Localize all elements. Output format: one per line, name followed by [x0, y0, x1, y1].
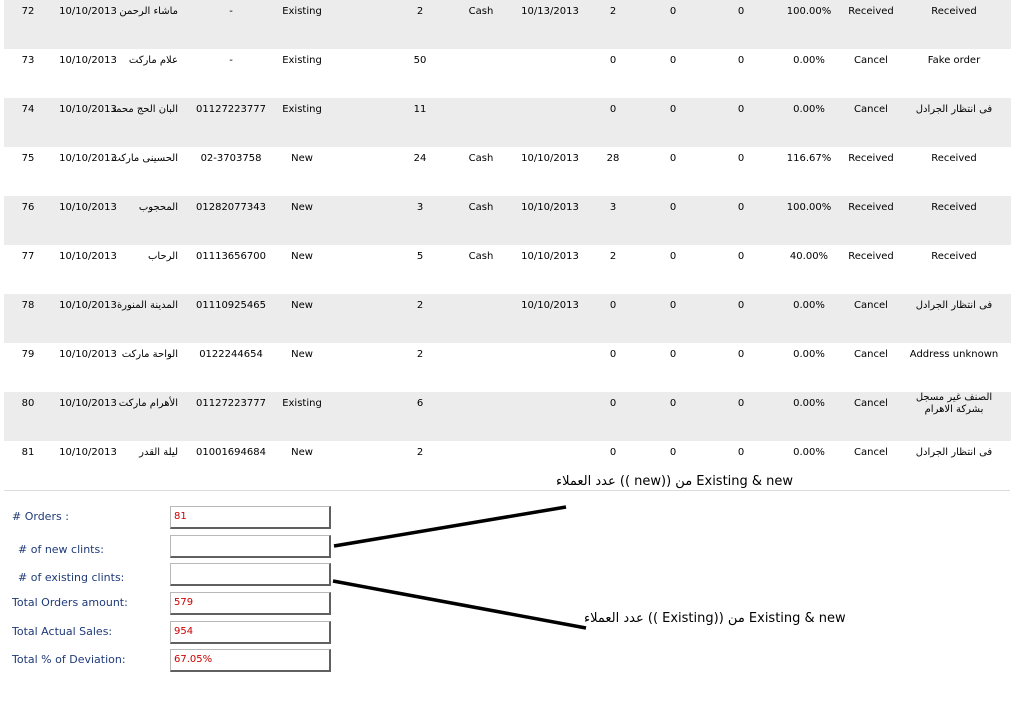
existing-clients-pointer: [332, 579, 587, 630]
annotation-arrows: [332, 505, 587, 630]
new-clients-pointer: [333, 505, 567, 548]
